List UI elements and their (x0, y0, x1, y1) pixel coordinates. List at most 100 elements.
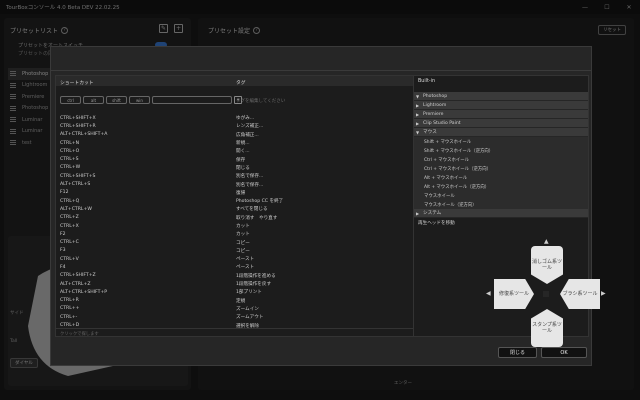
tree-node-label: マウス (423, 130, 437, 135)
shortcut-row[interactable]: CTRL+S 保存 (60, 155, 450, 163)
tree-item[interactable]: Alt + マウスホイール（逆方向） (414, 182, 588, 191)
expand-icon[interactable]: ▼ (416, 94, 423, 99)
tree-item[interactable]: Shift + マウスホイール (414, 137, 588, 146)
shortcut-row[interactable]: ALT+CTRL+SHIFT+P 1部プリント (60, 288, 450, 296)
shortcut-keys: CTRL+R (60, 298, 79, 304)
shortcut-keys: ALT+CTRL+SHIFT+P (60, 289, 108, 295)
shortcut-tag: すべてを閉じる (236, 207, 268, 213)
shortcut-row[interactable]: CTRL+- ズームアウト (60, 313, 450, 321)
tree-node-label: システム (423, 211, 442, 216)
arrow-right-icon: ▶ (601, 290, 606, 297)
shortcut-keys: CTRL++ (60, 306, 80, 312)
shift-key-button[interactable]: shift (106, 96, 127, 104)
shortcut-keys: ALT+CTRL+W (60, 206, 92, 212)
shortcut-keys: CTRL+Z (60, 215, 79, 221)
shortcut-row[interactable]: CTRL+SHIFT+Z 1段階操作を進める (60, 272, 450, 280)
tree-item-playhead[interactable]: 再生ヘッドを移動 (414, 218, 588, 227)
dial-right-button[interactable]: ブラシ系ツール (560, 279, 600, 309)
shortcut-row[interactable]: CTRL+Q Photoshop CC を終了 (60, 197, 450, 205)
shortcut-row[interactable]: ALT+CTRL+S 別名で保存... (60, 180, 450, 188)
shortcut-row[interactable]: CTRL++ ズームイン (60, 305, 450, 313)
tree-node-premiere[interactable]: ▶ Premiere (414, 110, 588, 119)
shortcut-keys: CTRL+- (60, 314, 78, 320)
shortcut-row[interactable]: ALT+CTRL+SHIFT+A 広角補正... (60, 131, 450, 139)
shortcut-row[interactable]: F3 コピー (60, 247, 450, 255)
shortcut-row[interactable]: ALT+CTRL+W すべてを閉じる (60, 205, 450, 213)
shortcut-tag: 開く... (236, 149, 250, 155)
shortcut-row[interactable]: CTRL+X カット (60, 222, 450, 230)
shortcut-row[interactable]: CTRL+W 閉じる (60, 164, 450, 172)
shortcut-tag: 新規... (236, 141, 250, 147)
shortcut-list-panel: ショートカット タグ ctrl alt shift win ▾ タグを編集してく… (55, 75, 460, 337)
tree-item[interactable]: Ctrl + マウスホイール (414, 155, 588, 164)
win-key-button[interactable]: win (129, 96, 150, 104)
shortcut-tag: コピー (236, 248, 250, 254)
search-input[interactable]: クリックで探します (56, 328, 459, 338)
shortcut-rows: CTRL+SHIFT+X ゆがみ... CTRL+SHIFT+R レンズ補正... AL… (60, 114, 450, 330)
shortcut-keys: CTRL+SHIFT+S (60, 173, 96, 179)
ok-button[interactable]: OK (541, 347, 587, 358)
shortcut-keys: ALT+CTRL+Z (60, 281, 91, 287)
shortcut-row[interactable]: ALT+CTRL+Z 1段階操作を戻す (60, 280, 450, 288)
arrow-up-icon: ▲ (544, 238, 549, 245)
close-button[interactable]: 閉じる (498, 347, 537, 358)
shortcut-row[interactable]: CTRL+O 開く... (60, 147, 450, 155)
tree-node-label: Lightroom (423, 102, 447, 108)
shortcut-keys: F2 (60, 231, 66, 237)
shortcut-row[interactable]: CTRL+N 新規... (60, 139, 450, 147)
alt-key-button[interactable]: alt (83, 96, 104, 104)
dial-down-button[interactable]: スタンプ系ツール (531, 309, 563, 347)
builtin-header: Built-in (418, 78, 435, 84)
shortcut-row[interactable]: F2 カット (60, 230, 450, 238)
shortcut-keys: CTRL+X (60, 223, 79, 229)
tree-node-clip-studio[interactable]: ▶ Clip Studio Paint (414, 119, 588, 128)
shortcut-row[interactable]: CTRL+Z 取り消す やり直す (60, 214, 450, 222)
tree-item[interactable]: マウスホイール (414, 191, 588, 200)
shortcut-row[interactable]: CTRL+R 定規 (60, 297, 450, 305)
tree-item[interactable]: マウスホイール（逆方向） (414, 200, 588, 209)
shortcut-tag: 復帰 (236, 190, 246, 196)
shortcut-keys: CTRL+C (60, 240, 79, 246)
collapse-icon[interactable]: ▶ (416, 112, 423, 117)
shortcut-keys: CTRL+SHIFT+R (60, 123, 96, 129)
key-input-row: ctrl alt shift win ▾ (60, 96, 242, 104)
tree-item[interactable]: Shift + マウスホイール（逆方向） (414, 146, 588, 155)
key-input-field[interactable] (152, 96, 232, 104)
tree-node-photoshop[interactable]: ▼ Photoshop (414, 92, 588, 101)
shortcut-tag: ズームイン (236, 306, 259, 312)
collapse-icon[interactable]: ▶ (416, 211, 423, 216)
shortcut-tag: 別名で保存... (236, 182, 264, 188)
shortcut-row[interactable]: F12 復帰 (60, 189, 450, 197)
tree-node-lightroom[interactable]: ▶ Lightroom (414, 101, 588, 110)
expand-icon[interactable]: ▼ (416, 130, 423, 135)
shortcut-row[interactable]: CTRL+SHIFT+X ゆがみ... (60, 114, 450, 122)
shortcut-row[interactable]: F4 ペースト (60, 263, 450, 271)
tree-item[interactable]: Alt + マウスホイール (414, 173, 588, 182)
shortcut-keys: CTRL+SHIFT+Z (60, 273, 96, 279)
shortcut-keys: CTRL+V (60, 256, 79, 262)
dial-left-button[interactable]: 修復系ツール (494, 279, 534, 309)
shortcut-keys: CTRL+N (60, 140, 80, 146)
tree-node-label: Photoshop (423, 93, 448, 99)
col-shortcut: ショートカット (60, 80, 94, 86)
tree-item[interactable]: Ctrl + マウスホイール（逆方向） (414, 164, 588, 173)
collapse-icon[interactable]: ▶ (416, 121, 423, 126)
arrow-left-icon: ◀ (486, 290, 491, 297)
shortcut-tag: ペースト (236, 265, 255, 271)
collapse-icon[interactable]: ▶ (416, 103, 423, 108)
tree-node-mouse[interactable]: ▼ マウス (414, 128, 588, 137)
shortcut-tag: 定規 (236, 298, 246, 304)
shortcut-row[interactable]: CTRL+V ペースト (60, 255, 450, 263)
shortcut-row[interactable]: CTRL+SHIFT+R レンズ補正... (60, 122, 450, 130)
shortcut-row[interactable]: CTRL+SHIFT+S 別名で保存... (60, 172, 450, 180)
shortcut-keys: CTRL+Q (60, 198, 80, 204)
ctrl-key-button[interactable]: ctrl (60, 96, 81, 104)
shortcut-keys: F3 (60, 248, 66, 254)
tree-node-system[interactable]: ▶ システム (414, 209, 588, 218)
shortcut-tag: カット (236, 224, 250, 229)
tag-edit-input[interactable]: タグを編集してください (236, 98, 285, 104)
shortcut-keys: CTRL+SHIFT+X (60, 115, 96, 121)
shortcut-row[interactable]: CTRL+C コピー (60, 238, 450, 246)
shortcut-tag: 1段階操作を戻す (236, 282, 272, 288)
dial-up-button[interactable]: 消しゴム系ツール (531, 246, 563, 284)
